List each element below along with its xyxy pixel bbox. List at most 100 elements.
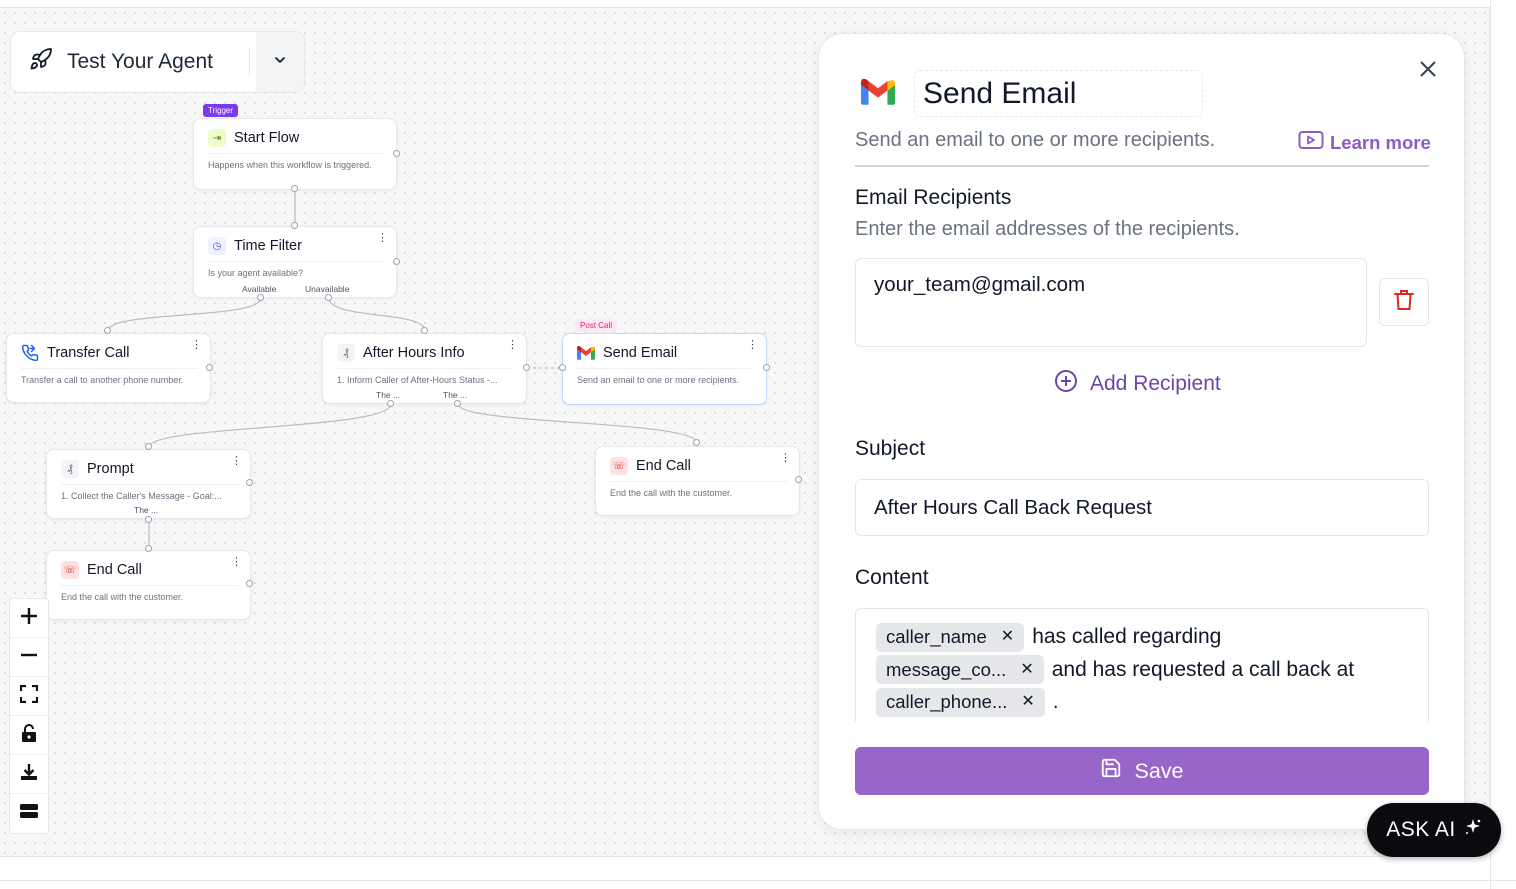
add-recipient-button[interactable]: Add Recipient xyxy=(1054,369,1221,399)
recipient-email-value: your_team@gmail.com xyxy=(874,273,1086,296)
more-options-icon[interactable]: ⋮ xyxy=(231,557,242,568)
remove-chip-icon[interactable]: ✕ xyxy=(1001,621,1014,654)
content-text: . xyxy=(1052,690,1059,713)
test-agent-dropdown[interactable] xyxy=(256,32,304,92)
download-button[interactable] xyxy=(10,755,48,794)
divider xyxy=(855,165,1429,167)
node-transfer-call[interactable]: Transfer Call Transfer a call to another… xyxy=(6,333,211,403)
add-recipient-label: Add Recipient xyxy=(1090,372,1221,395)
content-text: has called regarding xyxy=(1032,625,1222,648)
canvas-controls xyxy=(9,598,49,834)
node-send-email[interactable]: Send Email Send an email to one or more … xyxy=(562,333,767,405)
trash-icon xyxy=(1394,289,1414,316)
handle-right[interactable] xyxy=(246,580,253,587)
node-title: Transfer Call xyxy=(47,345,130,361)
node-time-filter[interactable]: ◷ Time Filter Is your agent available? ⋮ xyxy=(193,226,397,298)
test-agent-label: Test Your Agent xyxy=(67,50,213,73)
handle-bottom[interactable] xyxy=(454,400,461,407)
gmail-icon xyxy=(577,344,595,362)
lock-button[interactable] xyxy=(10,716,48,755)
divider xyxy=(249,48,251,76)
handle-top[interactable] xyxy=(693,439,700,446)
minus-icon xyxy=(19,645,39,670)
handle-unavailable[interactable] xyxy=(325,294,332,301)
handle-right[interactable] xyxy=(393,258,400,265)
handle-right[interactable] xyxy=(206,364,213,371)
more-options-icon[interactable]: ⋮ xyxy=(377,233,388,244)
remove-chip-icon[interactable]: ✕ xyxy=(1021,686,1034,719)
unlock-icon xyxy=(21,723,37,747)
email-recipients-label: Email Recipients xyxy=(855,186,1012,209)
learn-more-link[interactable]: Learn more xyxy=(1298,130,1431,155)
phone-forward-icon xyxy=(21,344,39,362)
recipient-email-field[interactable]: your_team@gmail.com xyxy=(855,258,1367,347)
trigger-badge: Trigger xyxy=(203,104,239,117)
content-editor[interactable]: caller_name ✕ has called regarding message… xyxy=(855,608,1429,722)
handle-bottom[interactable] xyxy=(387,400,394,407)
content-label: Content xyxy=(855,566,929,589)
save-label: Save xyxy=(1134,758,1184,783)
fit-view-button[interactable] xyxy=(10,677,48,716)
right-edge xyxy=(1490,0,1516,889)
subject-field[interactable]: After Hours Call Back Request xyxy=(855,479,1429,536)
node-description: Happens when this workflow is triggered. xyxy=(208,160,372,170)
chip-label: message_co... xyxy=(886,658,1007,680)
handle-top[interactable] xyxy=(421,327,428,334)
node-description: Is your agent available? xyxy=(208,268,304,278)
handle-top[interactable] xyxy=(291,222,298,229)
node-title: After Hours Info xyxy=(363,345,465,361)
node-end-call[interactable]: ☏ End Call End the call with the custome… xyxy=(46,550,251,620)
gmail-icon xyxy=(861,78,895,110)
node-start-flow[interactable]: ⇥ Start Flow Happens when this workflow … xyxy=(193,118,397,190)
node-description: 1. Inform Caller of After-Hours Status -… xyxy=(337,375,498,385)
handle-label-available: Available xyxy=(242,284,277,294)
zoom-out-button[interactable] xyxy=(10,638,48,677)
more-options-icon[interactable]: ⋮ xyxy=(231,456,242,467)
chevron-down-icon xyxy=(272,52,288,73)
bottom-edge xyxy=(0,857,1490,889)
handle-right[interactable] xyxy=(795,476,802,483)
handle-bottom[interactable] xyxy=(291,185,298,192)
handle-available[interactable] xyxy=(257,294,264,301)
more-options-icon[interactable]: ⋮ xyxy=(747,340,758,351)
handle-right[interactable] xyxy=(393,150,400,157)
plus-icon xyxy=(19,606,39,631)
ask-ai-button[interactable]: ASK AI xyxy=(1367,803,1501,857)
panel-title-input[interactable]: Send Email xyxy=(914,70,1203,117)
node-after-hours-info[interactable]: ₰ After Hours Info 1. Inform Caller of A… xyxy=(322,333,527,404)
handle-top[interactable] xyxy=(145,443,152,450)
handle-top[interactable] xyxy=(145,545,152,552)
test-agent-control: Test Your Agent xyxy=(10,31,305,93)
voice-prompt-icon: ₰ xyxy=(337,344,355,362)
zoom-in-button[interactable] xyxy=(10,599,48,638)
handle-label-unavailable: Unavailable xyxy=(305,284,350,294)
post-call-badge: Post Call xyxy=(575,319,618,332)
bottom-divider xyxy=(0,880,1516,881)
more-options-icon[interactable]: ⋮ xyxy=(780,453,791,464)
save-icon xyxy=(1100,757,1122,785)
test-agent-button[interactable]: Test Your Agent xyxy=(11,32,249,92)
node-description: End the call with the customer. xyxy=(610,488,733,498)
layout-button[interactable] xyxy=(10,794,48,833)
handle-right[interactable] xyxy=(246,479,253,486)
node-description: 1. Collect the Caller's Message - Goal:.… xyxy=(61,491,222,501)
plus-circle-icon xyxy=(1054,369,1078,399)
save-button[interactable]: Save xyxy=(855,747,1429,795)
phone-hangup-icon: ☏ xyxy=(610,457,628,475)
node-end-call[interactable]: ☏ End Call End the call with the custome… xyxy=(595,446,800,516)
handle-right[interactable] xyxy=(763,364,770,371)
delete-recipient-button[interactable] xyxy=(1379,278,1429,326)
handle-top[interactable] xyxy=(104,327,111,334)
rocket-icon xyxy=(29,47,53,77)
sparkle-icon xyxy=(1464,818,1482,842)
handle-bottom[interactable] xyxy=(145,516,152,523)
send-email-panel: Send Email Send an email to one or more … xyxy=(818,33,1465,830)
close-button[interactable] xyxy=(1418,59,1440,81)
phone-hangup-icon: ☏ xyxy=(61,561,79,579)
remove-chip-icon[interactable]: ✕ xyxy=(1020,654,1033,687)
enter-icon: ⇥ xyxy=(208,129,226,147)
more-options-icon[interactable]: ⋮ xyxy=(191,340,202,351)
handle-left[interactable] xyxy=(559,364,566,371)
more-options-icon[interactable]: ⋮ xyxy=(507,340,518,351)
handle-right[interactable] xyxy=(523,364,530,371)
